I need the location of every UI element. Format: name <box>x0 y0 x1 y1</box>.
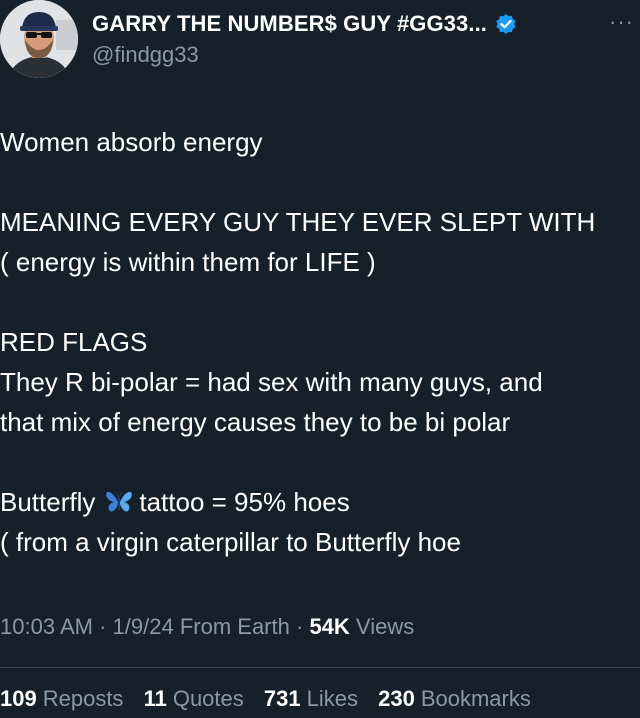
tweet-line-butterfly: Butterfly tattoo = 95% hoes <box>0 482 640 522</box>
tweet-line: that mix of energy causes they to be bi … <box>0 407 511 437</box>
likes-stat[interactable]: 731 Likes <box>264 686 358 711</box>
bookmarks-count: 230 <box>378 686 415 711</box>
tweet-text-segment: tattoo = 95% hoes <box>139 487 350 517</box>
avatar-image <box>0 0 78 78</box>
display-name[interactable]: GARRY THE NUMBER$ GUY #GG33... <box>92 11 487 37</box>
reposts-label: Reposts <box>42 686 124 711</box>
engagement-stats: 109 Reposts 11 Quotes 731 Likes 230 Bookmark… <box>0 686 545 712</box>
tweet-meta: 10:03 AM · 1/9/24 From Earth · 54K Views <box>0 614 414 640</box>
tweet-line: RED FLAGS <box>0 327 148 357</box>
tweet-time[interactable]: 10:03 AM <box>0 614 93 639</box>
tweet-header: GARRY THE NUMBER$ GUY #GG33... ··· @find… <box>0 0 640 80</box>
separator-dot: · <box>295 614 304 639</box>
views-count: 54K <box>309 614 350 639</box>
tweet-line: ( from a virgin caterpillar to Butterfly… <box>0 527 461 557</box>
bookmarks-stat[interactable]: 230 Bookmarks <box>378 686 531 711</box>
verified-badge-icon <box>495 13 517 35</box>
tweet-source: From Earth <box>179 614 290 639</box>
reposts-stat[interactable]: 109 Reposts <box>0 686 123 711</box>
tweet-line: Women absorb energy <box>0 127 263 157</box>
butterfly-icon <box>105 486 133 512</box>
likes-label: Likes <box>306 686 358 711</box>
reposts-count: 109 <box>0 686 37 711</box>
quotes-label: Quotes <box>172 686 244 711</box>
tweet-line: They R bi-polar = had sex with many guys… <box>0 367 543 397</box>
likes-count: 731 <box>263 686 301 711</box>
tweet-text-segment: Butterfly <box>0 487 96 517</box>
views-label: Views <box>355 614 415 639</box>
quotes-stat[interactable]: 11 Quotes <box>144 686 244 711</box>
tweet-text: Women absorb energy MEANING EVERY GUY TH… <box>0 122 640 562</box>
avatar[interactable] <box>0 0 78 78</box>
bookmarks-label: Bookmarks <box>420 686 531 711</box>
divider <box>0 667 640 668</box>
quotes-count: 11 <box>143 686 167 711</box>
more-options-icon[interactable]: ··· <box>609 11 634 33</box>
tweet-line: MEANING EVERY GUY THEY EVER SLEPT WITH <box>0 207 596 237</box>
name-row: GARRY THE NUMBER$ GUY #GG33... <box>92 10 517 38</box>
user-handle[interactable]: @findgg33 <box>92 42 199 68</box>
tweet-line: ( energy is within them for LIFE ) <box>0 247 376 277</box>
separator-dot: · <box>99 614 107 639</box>
tweet-date[interactable]: 1/9/24 <box>113 614 174 639</box>
